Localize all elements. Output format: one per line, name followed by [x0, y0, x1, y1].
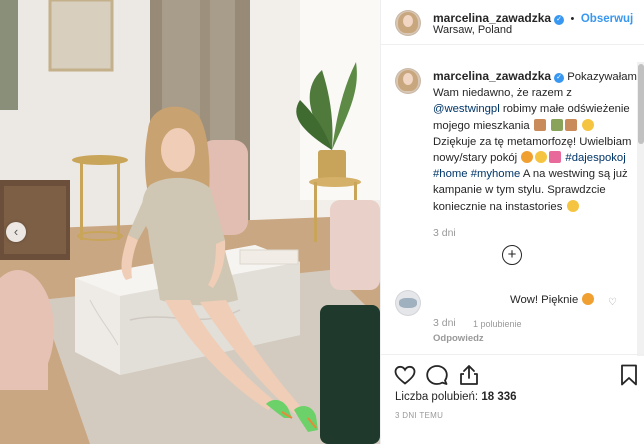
- caption-avatar[interactable]: [395, 68, 421, 94]
- likes-summary[interactable]: Liczba polubień: 18 336: [395, 391, 517, 403]
- author-avatar[interactable]: [395, 10, 421, 36]
- likes-count: 18 336: [481, 391, 517, 403]
- reply-button[interactable]: Odpowiedz: [433, 333, 484, 344]
- commenter-avatar[interactable]: [395, 290, 421, 316]
- heart-icon[interactable]: [393, 363, 417, 387]
- heart-eyes-emoji-icon: [582, 293, 595, 305]
- plus-circle-icon[interactable]: +: [502, 245, 522, 265]
- comment-like-icon[interactable]: ♡: [608, 297, 617, 308]
- comment-body: Wow! Pięknie: [510, 293, 600, 306]
- comments-scrollbar-thumb[interactable]: [638, 64, 644, 144]
- post-header: marcelina_zawadzka ✓ • Obserwuj Warsaw, P…: [381, 0, 644, 45]
- post-side-panel: marcelina_zawadzka ✓ • Obserwuj Warsaw, P…: [380, 0, 644, 444]
- caption-username[interactable]: marcelina_zawadzka: [433, 69, 551, 83]
- author-username[interactable]: marcelina_zawadzka: [433, 11, 551, 25]
- comment-icon[interactable]: [425, 363, 449, 387]
- mention-link[interactable]: @westwingpl: [433, 103, 500, 115]
- post-caption: marcelina_zawadzka ✓ Pokazywałam Wam nied…: [433, 68, 638, 215]
- post-photo[interactable]: ‹: [0, 0, 380, 444]
- bookmark-icon[interactable]: [617, 363, 641, 387]
- post-location[interactable]: Warsaw, Poland: [433, 24, 512, 36]
- comment-likes[interactable]: 1 polubienie: [473, 319, 522, 329]
- hashtag-link[interactable]: #myhome: [471, 168, 521, 180]
- verified-badge-icon: ✓: [554, 15, 565, 25]
- post-actions: Liczba polubień: 18 336 3 DNI TEMU: [381, 354, 644, 445]
- hashtag-link[interactable]: #dajespokoj: [565, 152, 625, 164]
- smiling-emoji-icon: [566, 199, 579, 212]
- previous-photo-button[interactable]: ‹: [6, 222, 26, 242]
- heart-eyes-emoji-icon: [521, 151, 534, 164]
- share-icon[interactable]: [457, 363, 481, 387]
- verified-badge-icon: ✓: [554, 73, 565, 83]
- house-emoji-icon: [564, 118, 577, 131]
- house-emoji-icon: [533, 118, 546, 131]
- follow-button[interactable]: Obserwuj: [581, 13, 633, 25]
- smiling-emoji-icon: [535, 151, 548, 164]
- gift-emoji-icon: [549, 151, 562, 164]
- comment-time: 3 dni: [433, 317, 456, 329]
- comment-text: Wow! Pięknie: [510, 294, 579, 306]
- header-separator: •: [570, 13, 575, 25]
- house-garden-emoji-icon: [550, 118, 563, 131]
- post-date[interactable]: 3 DNI TEMU: [395, 411, 443, 420]
- instagram-post-modal: ‹ marcelina_zawadzka ✓ • Obserwuj Warsaw,…: [0, 0, 644, 444]
- post-photo-illustration: [0, 0, 380, 444]
- chevron-left-icon: ‹: [13, 224, 19, 239]
- caption-time[interactable]: 3 dni: [433, 227, 456, 239]
- smiling-emoji-icon: [582, 118, 595, 131]
- likes-label: Liczba polubień:: [395, 391, 479, 403]
- hashtag-link[interactable]: #home: [433, 168, 468, 180]
